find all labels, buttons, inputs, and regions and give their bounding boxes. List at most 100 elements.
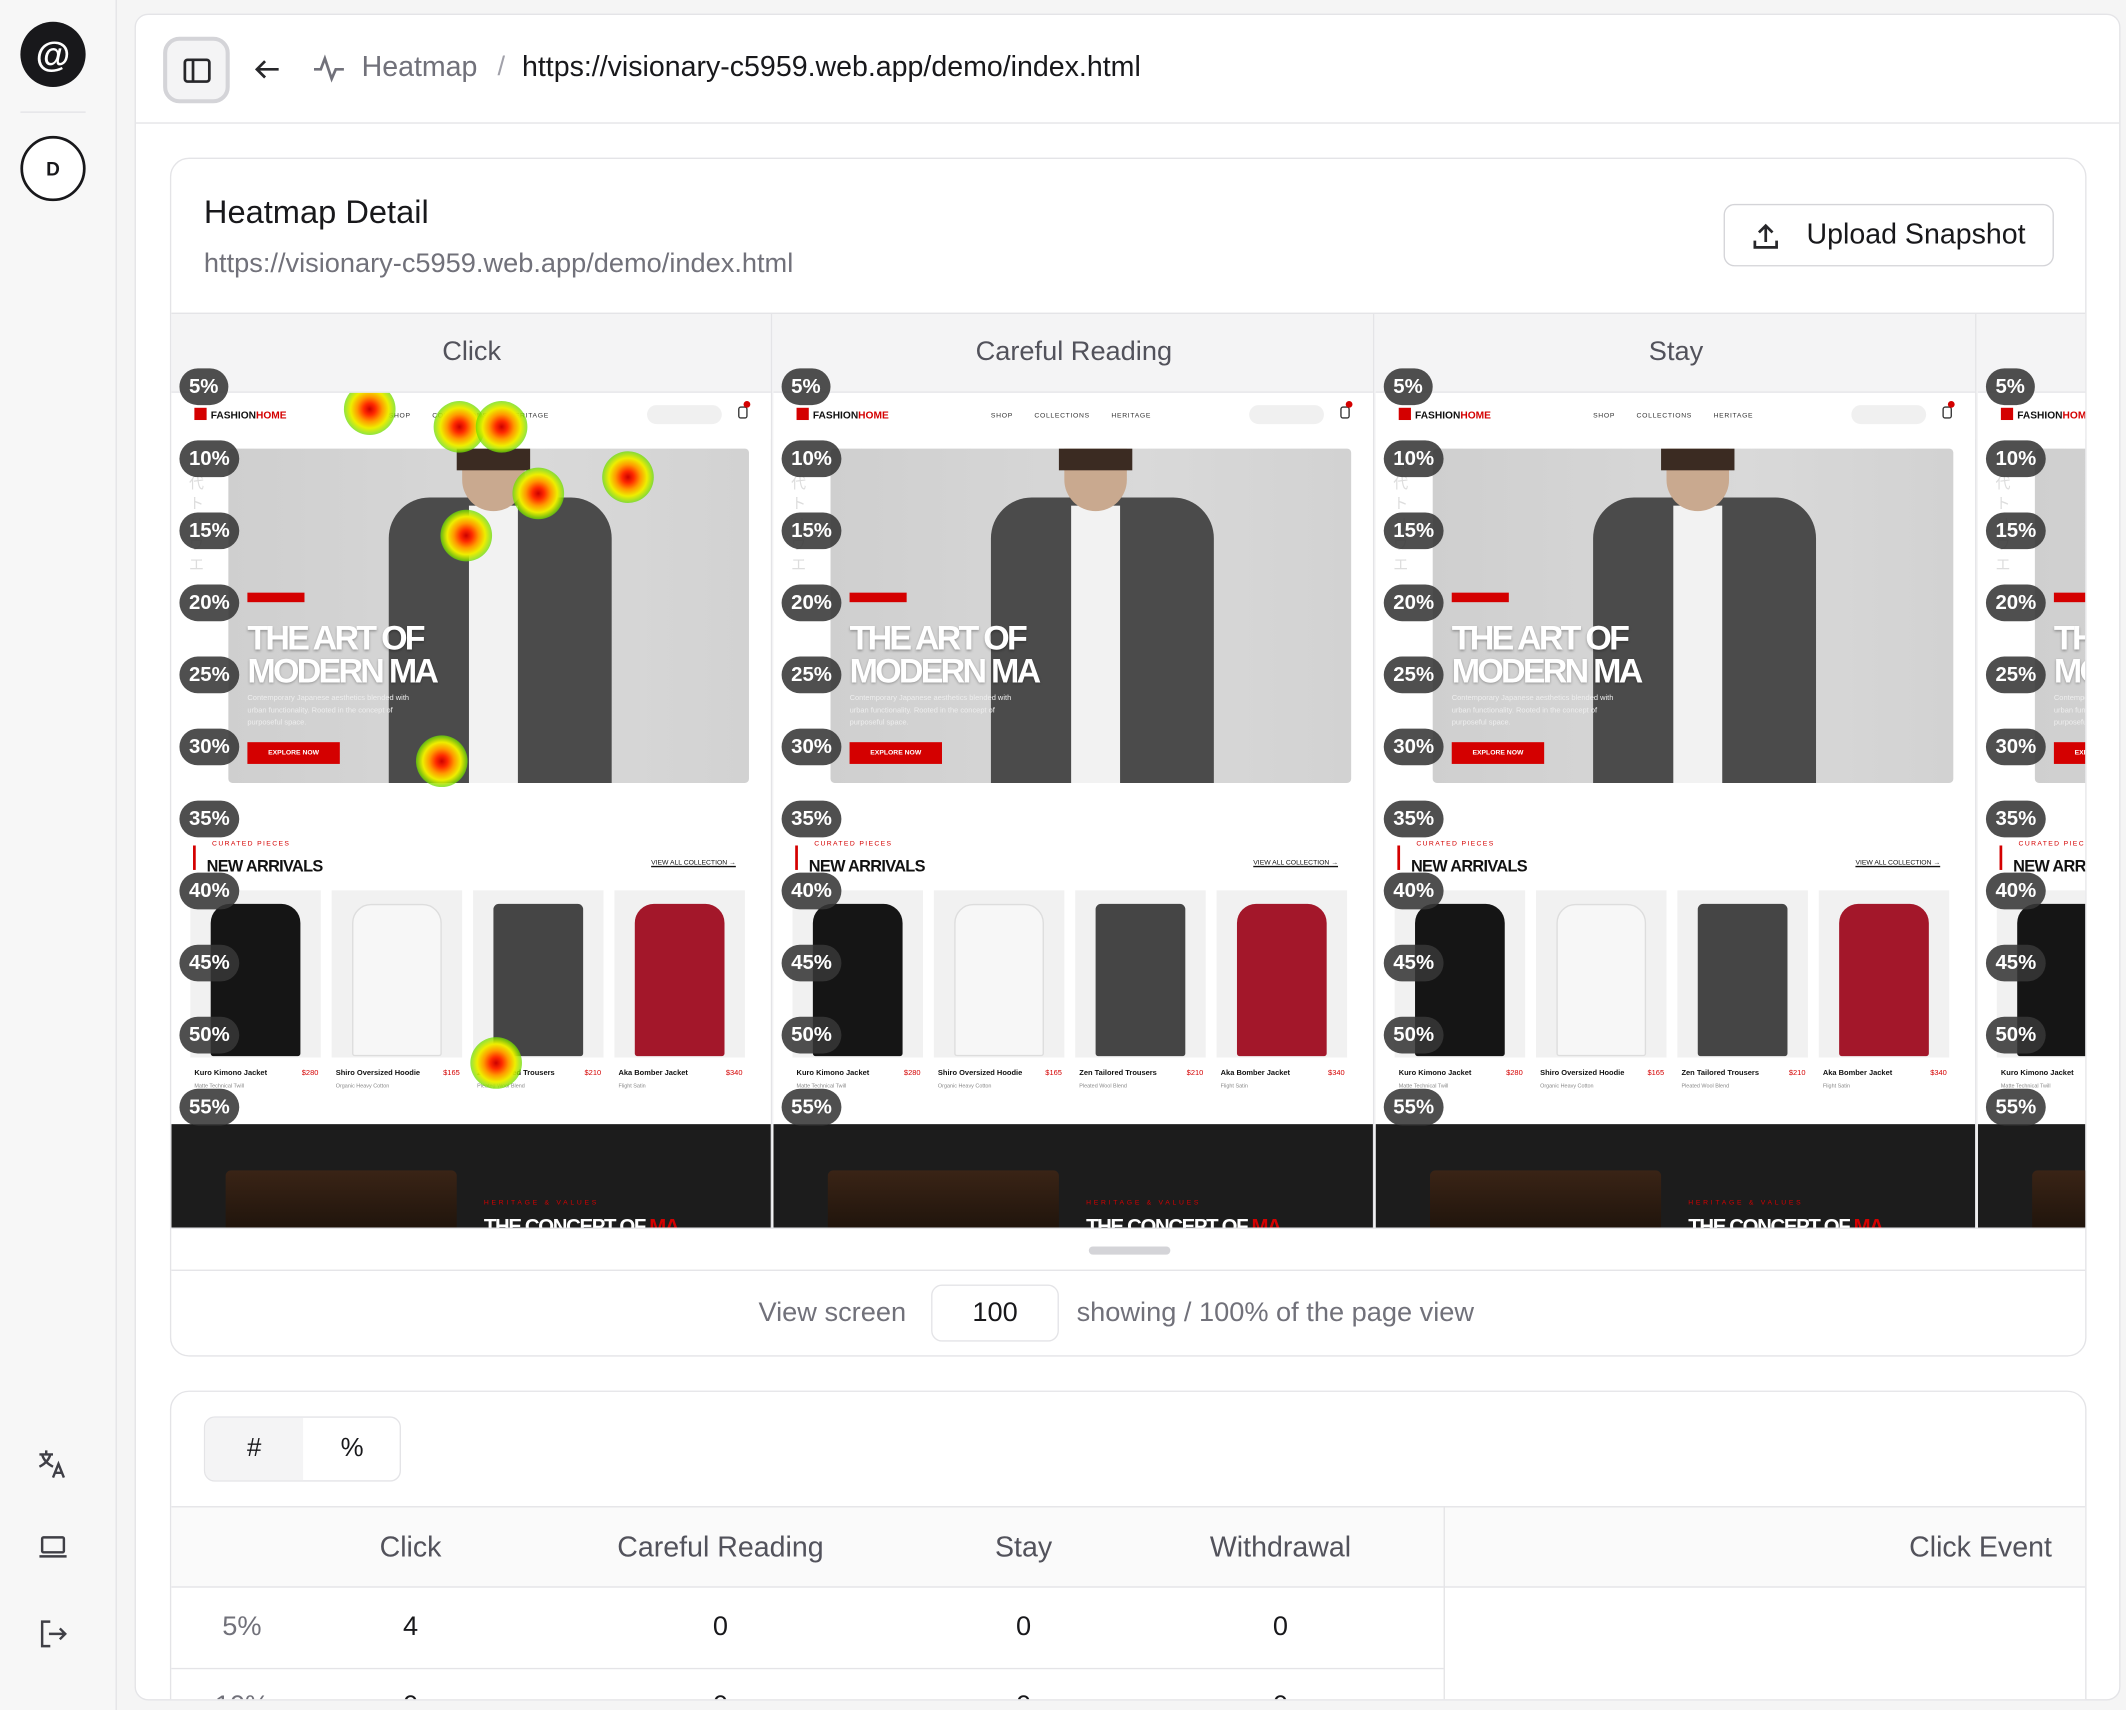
upload-snapshot-button[interactable]: Upload Snapshot [1723, 203, 2054, 267]
snapshot-search [1249, 405, 1324, 425]
scroll-depth-marker: 5% [179, 368, 228, 406]
concept-title: THE CONCEPT OF MA [1086, 1215, 1282, 1229]
product-price: $340 [1328, 1069, 1345, 1078]
scroll-depth-marker: 55% [1383, 1088, 1444, 1126]
scroll-depth-marker: 5% [1383, 368, 1433, 406]
page-snapshot: FASHIONHOMESHOP COLLECTIONS HERITAGE現代トリ… [171, 392, 771, 1228]
hero-badge [2053, 592, 2086, 603]
view-all-link: VIEW ALL COLLECTION → [1855, 859, 1941, 868]
scroll-depth-marker: 15% [781, 512, 842, 550]
breadcrumb-heatmap[interactable]: Heatmap [362, 52, 478, 85]
hero-description: Contemporary Japanese aesthetics blended… [1451, 694, 1614, 728]
hero-badge [849, 592, 907, 603]
scroll-depth-marker: 50% [781, 1016, 842, 1054]
row-label: 10% [215, 1691, 269, 1699]
scroll-depth-marker: 45% [179, 944, 240, 982]
resize-handle[interactable] [1088, 1246, 1171, 1255]
toggle-percent[interactable]: % [303, 1418, 400, 1481]
scroll-depth-marker: 45% [1985, 944, 2046, 982]
snapshot-brand: FASHIONHOME [1398, 407, 1491, 421]
heatmap-column: Careful Reading FASHIONHOME SHOP COLLECTIO… [773, 313, 1375, 1229]
hero-title: THE ART OFMODERN MA [247, 619, 439, 691]
scroll-depth-marker: 30% [781, 728, 842, 766]
user-avatar[interactable]: D [20, 135, 86, 202]
sidebar-toggle-button[interactable] [163, 36, 230, 104]
product-subtitle: Matte Technical Twill [194, 1082, 245, 1089]
heat-spot [439, 509, 492, 562]
breadcrumb-separator: / [497, 51, 506, 82]
cell-withdrawal: 0 [1273, 1691, 1288, 1699]
arrow-left-icon [254, 60, 279, 79]
snapshot-concept-section: HERITAGE & VALUESTHE CONCEPT OF MA [1977, 1124, 2086, 1228]
scroll-depth-marker: 30% [1383, 728, 1444, 766]
snapshot-hero: THE ART OFMODERN MAContemporary Japanese… [228, 448, 749, 783]
scroll-depth-marker: 45% [781, 944, 842, 982]
section-accent [193, 845, 196, 870]
page-title: Heatmap Detail [203, 194, 429, 232]
scroll-depth-marker: 20% [1985, 584, 2046, 622]
product-subtitle: Flight Satin [1220, 1082, 1248, 1089]
product-name: Shiro Oversized Hoodie [1540, 1069, 1625, 1078]
hero-description: Contemporary Japanese aesthetics blended… [247, 694, 410, 728]
product-subtitle: Matte Technical Twill [796, 1082, 847, 1089]
cell-stay: 0 [1016, 1691, 1031, 1699]
hero-hair [1058, 448, 1133, 471]
translate-icon[interactable] [33, 1444, 74, 1485]
product-price: $210 [1788, 1069, 1806, 1078]
column-title: Stay [1648, 337, 1704, 368]
product-price: $165 [443, 1069, 460, 1078]
snapshot-search [647, 405, 722, 425]
scroll-depth-marker: 50% [1985, 1016, 2046, 1054]
concept-image [1429, 1170, 1662, 1228]
snapshot-search [1851, 405, 1927, 425]
column-header: Stay [1375, 313, 1976, 393]
toggle-count[interactable]: # [205, 1417, 304, 1481]
scroll-depth-marker: 30% [1985, 728, 2046, 766]
table-header: Click Careful Reading Stay Withdrawal Cl… [171, 1506, 2086, 1588]
product-name: Zen Tailored Trousers [1681, 1069, 1760, 1078]
scroll-depth-marker: 5% [1985, 368, 2035, 406]
cell-careful-reading: 0 [712, 1612, 728, 1643]
product-price: $280 [903, 1069, 921, 1078]
logout-icon[interactable] [33, 1613, 74, 1654]
app-logo[interactable]: @ [20, 21, 86, 87]
product-name: Kuro Kimono Jacket [796, 1069, 870, 1078]
top-bar: Heatmap / https://visionary-c5959.web.ap… [135, 15, 2120, 124]
scroll-depth-marker: 15% [1985, 512, 2046, 550]
product-subtitle: Pleated Wool Blend [1079, 1082, 1127, 1089]
scroll-depth-marker: 15% [1383, 512, 1444, 550]
product-subtitle: Matte Technical Twill [1398, 1082, 1449, 1089]
concept-title: THE CONCEPT OF MA [1688, 1215, 1884, 1229]
th-careful-reading: Careful Reading [617, 1531, 824, 1564]
product-name: Aka Bomber Jacket [1822, 1069, 1893, 1078]
main-panel: Heatmap / https://visionary-c5959.web.ap… [134, 13, 2121, 1701]
cell-withdrawal: 0 [1272, 1612, 1289, 1643]
view-all-link: VIEW ALL COLLECTION → [651, 859, 736, 868]
page-url: https://visionary-c5959.web.app/demo/ind… [203, 248, 794, 279]
snapshot-nav-links: SHOP COLLECTIONS HERITAGE [1593, 411, 1754, 421]
scroll-depth-marker: 20% [781, 584, 842, 622]
scroll-depth-marker: 20% [1383, 584, 1444, 622]
product-image [1677, 890, 1808, 1058]
product-subtitle: Pleated Wool Blend [1681, 1082, 1730, 1089]
concept-image [827, 1170, 1059, 1228]
column-header: Click [171, 313, 771, 393]
snapshot-brand: FASHIONHOME [2000, 407, 2085, 421]
scroll-depth-marker: 15% [179, 512, 240, 550]
upload-icon [1753, 223, 1778, 249]
hero-shirt [1673, 505, 1723, 783]
table-divider [1443, 1506, 1445, 1700]
laptop-icon[interactable] [33, 1526, 74, 1567]
heat-spot [511, 467, 564, 520]
heatmap-strip[interactable]: ClickFASHIONHOMESHOP COLLECTIONS HERITAG… [171, 312, 2086, 1229]
back-button[interactable] [249, 50, 287, 88]
product-image [1818, 890, 1950, 1058]
breadcrumb-current-url: https://visionary-c5959.web.app/demo/ind… [521, 51, 1141, 83]
product-price: $165 [1045, 1069, 1062, 1078]
scroll-depth-marker: 35% [1383, 800, 1444, 838]
column-title: Careful Reading [975, 337, 1173, 368]
view-screen-input[interactable]: 100 [931, 1284, 1059, 1342]
product-name: Aka Bomber Jacket [1220, 1069, 1291, 1078]
section-tag: CURATED PIECES [1416, 840, 1495, 849]
scroll-depth-marker: 35% [781, 800, 842, 838]
